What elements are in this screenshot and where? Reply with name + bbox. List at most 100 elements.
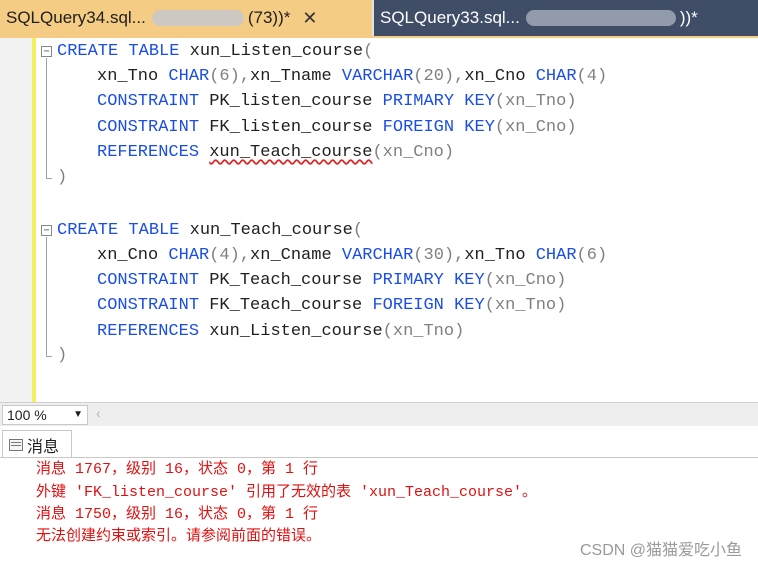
punctuation: (xn_Cno)	[372, 143, 455, 162]
watermark: CSDN @猫猫爱吃小鱼	[579, 542, 742, 559]
keyword: VARCHAR	[341, 246, 414, 265]
identifier: FK_Teach_course	[209, 296, 363, 315]
identifier: PK_listen_course	[209, 92, 373, 111]
identifier: xn_Cname	[250, 246, 332, 265]
code-line: xn_Tno CHAR(6),xn_Tname VARCHAR(20),xn_C…	[97, 66, 607, 88]
keyword: KEY	[454, 296, 485, 315]
document-tab-bar: SQLQuery34.sql... (73))* ✕ SQLQuery33.sq…	[0, 0, 758, 38]
fold-guide-end	[46, 356, 52, 357]
identifier: xun_Listen_course	[209, 322, 383, 341]
collapse-icon[interactable]: −	[41, 46, 52, 57]
keyword: CREATE	[57, 221, 119, 240]
panel-divider	[0, 457, 758, 458]
fold-guide	[46, 237, 47, 356]
close-icon[interactable]: ✕	[302, 8, 317, 29]
tab-sqlquery33[interactable]: SQLQuery33.sql... ))*	[374, 0, 758, 36]
keyword: REFERENCES	[97, 143, 200, 162]
punctuation: (xn_Cno)	[494, 118, 577, 137]
tab-messages[interactable]: 消息	[2, 430, 72, 458]
code-line: )	[57, 346, 68, 365]
punctuation: ,	[454, 246, 465, 265]
keyword: CONSTRAINT	[97, 296, 200, 315]
fold-guide-end	[46, 178, 52, 179]
punctuation: (6)	[576, 246, 608, 265]
punctuation: (30)	[413, 246, 455, 265]
punctuation: (4)	[576, 67, 608, 86]
error-message-line: 外键 'FK_listen_course' 引用了无效的表 'xun_Teach…	[36, 484, 538, 501]
identifier: xun_Listen_course	[189, 42, 364, 61]
code-line: REFERENCES xun_Listen_course(xn_Tno)	[97, 321, 464, 343]
keyword: TABLE	[128, 42, 180, 61]
keyword: CONSTRAINT	[97, 92, 200, 111]
punctuation: (	[352, 221, 364, 240]
identifier: xn_Cno	[97, 246, 159, 265]
keyword: VARCHAR	[341, 67, 414, 86]
punctuation: (xn_Cno)	[484, 271, 567, 290]
tab-title-end: ))*	[679, 8, 698, 27]
code-line: REFERENCES xun_Teach_course(xn_Cno)	[97, 142, 454, 164]
zoom-dropdown[interactable]: 100 % ▼	[2, 405, 88, 425]
collapse-icon[interactable]: −	[41, 225, 52, 236]
punctuation: (xn_Tno)	[484, 296, 567, 315]
tab-messages-label: 消息	[27, 438, 60, 456]
identifier: FK_listen_course	[209, 118, 373, 137]
identifier: xn_Tname	[250, 67, 332, 86]
punctuation: ,	[239, 246, 251, 265]
invalid-reference: xun_Teach_course	[209, 143, 373, 162]
identifier: xun_Teach_course	[189, 221, 353, 240]
identifier: xn_Cno	[464, 67, 526, 86]
results-panel: 消息 消息 1767，级别 16，状态 0，第 1 行 外键 'FK_liste…	[0, 426, 758, 565]
keyword: CHAR	[168, 67, 210, 86]
punctuation: (4)	[209, 246, 240, 265]
sql-editor[interactable]: − − CREATE TABLE xun_Listen_course( xn_T…	[0, 38, 758, 402]
identifier: PK_Teach_course	[209, 271, 363, 290]
keyword: CONSTRAINT	[97, 118, 200, 137]
code-line: xn_Cno CHAR(4),xn_Cname VARCHAR(30),xn_T…	[97, 245, 607, 267]
tab-sqlquery34[interactable]: SQLQuery34.sql... (73))* ✕	[0, 0, 372, 36]
keyword: PRIMARY	[372, 271, 444, 290]
keyword: CHAR	[168, 246, 210, 265]
blurred-connection-info	[525, 10, 676, 26]
keyword: FOREIGN	[372, 296, 444, 315]
error-message-line: 消息 1750，级别 16，状态 0，第 1 行	[36, 506, 319, 523]
keyword: KEY	[454, 271, 485, 290]
scroll-left-icon[interactable]: ‹	[96, 405, 101, 421]
punctuation: (6)	[209, 67, 240, 86]
punctuation: ,	[454, 67, 465, 86]
identifier: xn_Tno	[464, 246, 526, 265]
keyword: FOREIGN	[382, 118, 455, 137]
punctuation: ,	[239, 67, 251, 86]
tab-title-end: (73))*	[247, 8, 291, 27]
identifier: xn_Tno	[97, 67, 159, 86]
keyword: REFERENCES	[97, 322, 200, 341]
punctuation: (xn_Tno)	[494, 92, 577, 111]
code-line: CONSTRAINT FK_Teach_course FOREIGN KEY(x…	[97, 295, 566, 317]
keyword: CONSTRAINT	[97, 271, 200, 290]
punctuation: (	[363, 42, 374, 61]
code-line: CONSTRAINT FK_listen_course FOREIGN KEY(…	[97, 117, 577, 139]
chevron-down-icon: ▼	[73, 409, 83, 420]
zoom-value: 100 %	[7, 407, 47, 423]
messages-icon	[9, 438, 23, 451]
editor-gutter	[0, 38, 32, 402]
fold-guide	[46, 58, 47, 178]
keyword: KEY	[464, 92, 495, 111]
tab-title-start: SQLQuery33.sql...	[380, 8, 520, 27]
keyword: CHAR	[535, 246, 577, 265]
error-message-line: 无法创建约束或索引。请参阅前面的错误。	[36, 528, 322, 545]
punctuation: (20)	[413, 67, 455, 86]
keyword: PRIMARY	[382, 92, 455, 111]
code-line: CREATE TABLE xun_Listen_course(	[57, 41, 373, 63]
keyword: KEY	[464, 118, 495, 137]
keyword: CREATE	[57, 42, 119, 61]
code-line: CONSTRAINT PK_listen_course PRIMARY KEY(…	[97, 91, 577, 113]
blurred-connection-info	[151, 10, 244, 26]
change-margin	[32, 38, 36, 402]
code-line: CREATE TABLE xun_Teach_course(	[57, 220, 363, 242]
code-line: CONSTRAINT PK_Teach_course PRIMARY KEY(x…	[97, 270, 566, 292]
editor-status-strip: 100 % ▼ ‹	[0, 402, 758, 426]
keyword: CHAR	[535, 67, 577, 86]
keyword: TABLE	[128, 221, 180, 240]
punctuation: (xn_Tno)	[382, 322, 465, 341]
tab-title-start: SQLQuery34.sql...	[6, 8, 146, 27]
